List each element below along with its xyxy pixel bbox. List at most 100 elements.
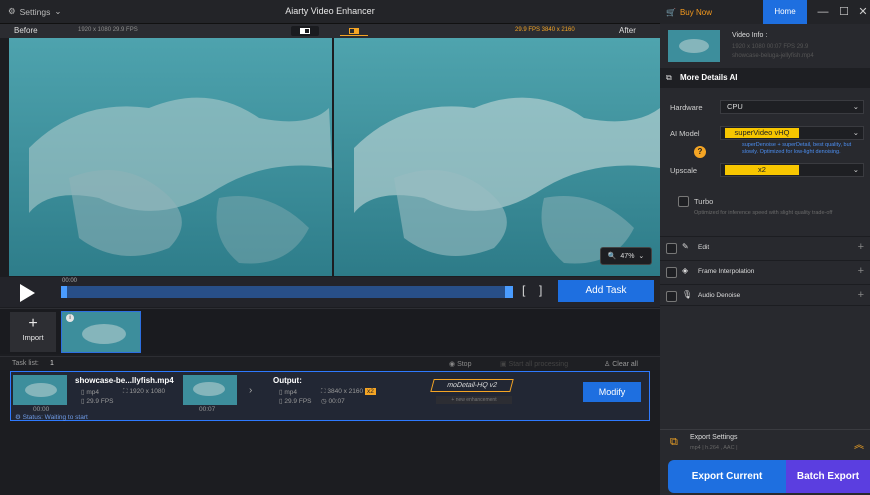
trim-end-handle[interactable]: [505, 286, 513, 298]
before-label: Before: [14, 26, 38, 35]
turbo-checkbox[interactable]: [678, 196, 689, 207]
upscale-select[interactable]: x2 ⌄: [720, 163, 864, 177]
task-fps: ▯ 29.9 FPS: [81, 398, 114, 405]
maximize-icon[interactable]: ☐: [837, 5, 851, 19]
audio-denoise-row[interactable]: 🎙 Audio Denoise +: [660, 284, 870, 306]
task-fps-value: 29.9 FPS: [86, 398, 114, 405]
zoom-value: 47%: [620, 252, 635, 260]
app-title: Aiarty Video Enhancer: [285, 6, 375, 16]
audio-denoise-label: Audio Denoise: [698, 292, 741, 299]
zoom-control[interactable]: 🔍 47% ⌄: [600, 247, 652, 265]
frame-interpolation-checkbox[interactable]: [666, 267, 677, 278]
edit-label: Edit: [698, 244, 710, 251]
add-task-button[interactable]: Add Task: [558, 280, 654, 302]
settings-panel: Video Info : 1920 x 1080 00:07 FPS 29.9 …: [660, 24, 870, 495]
turbo-label: Turbo: [694, 197, 714, 206]
output-fps-value: 29.9 FPS: [284, 398, 312, 405]
info-icon[interactable]: i: [66, 314, 74, 322]
import-label: Import: [22, 333, 44, 342]
clear-all-label: Clear all: [612, 361, 638, 368]
chevron-down-icon: ⌄: [852, 102, 859, 111]
edit-checkbox[interactable]: [666, 243, 677, 254]
split-view-button[interactable]: [291, 26, 319, 36]
help-icon[interactable]: ?: [694, 146, 706, 158]
task-list-label: Task list:: [12, 360, 39, 367]
video-info-line2: showcase-beluga-jellyfish.mp4: [732, 53, 814, 59]
task-format-value: mp4: [86, 389, 100, 396]
buy-now-button[interactable]: 🛒 Buy Now: [660, 0, 722, 24]
play-button[interactable]: [20, 284, 35, 302]
trim-start-handle[interactable]: [61, 286, 67, 298]
frame-interpolation-icon: ◈: [682, 266, 689, 275]
compare-header: Before 1920 x 1080 29.9 FPS 29.9 FPS 384…: [0, 24, 660, 38]
chevron-down-icon: ⌄: [638, 253, 645, 260]
before-info: 1920 x 1080 29.9 FPS: [78, 27, 138, 33]
ai-model-value: superVideo vHQ: [725, 128, 799, 138]
double-chevron-up-icon[interactable]: ︽: [854, 436, 864, 451]
task-list-header: Task list: 1 ◉ Stop ▣ Start all processi…: [0, 356, 660, 370]
task-status: ⚙ Status: Waiting to start: [15, 414, 88, 421]
video-info-section: Video Info : 1920 x 1080 00:07 FPS 29.9 …: [660, 24, 870, 68]
expand-plus-icon[interactable]: +: [858, 241, 864, 253]
clear-all-button[interactable]: ♙ Clear all: [604, 360, 638, 368]
output-format-value: mp4: [284, 389, 298, 396]
export-settings-row[interactable]: ⧉ Export Settings mp4 | h.264 , AAC | ︽: [660, 429, 870, 457]
magnifier-icon: 🔍: [607, 253, 617, 260]
task-list-empty-area: [0, 422, 660, 495]
new-enhancement-tag[interactable]: + new enhancement: [436, 396, 512, 404]
stop-icon: ◉: [449, 361, 458, 368]
output-label: Output:: [273, 376, 302, 385]
top-right-bar: 🛒 Buy Now Home — ☐ ✕: [660, 0, 870, 24]
output-duration-value: 00:07: [328, 398, 345, 405]
start-all-button[interactable]: ▣ Start all processing: [500, 360, 568, 368]
cart-icon: 🛒: [666, 7, 676, 17]
chevron-down-icon: ⌄: [852, 128, 859, 137]
stop-label: Stop: [457, 361, 472, 368]
output-duration: ◷ 00:07: [321, 398, 345, 405]
set-in-point-icon[interactable]: [: [522, 283, 525, 297]
microphone-icon: 🎙: [682, 290, 693, 299]
media-thumbnail[interactable]: i: [61, 311, 141, 353]
video-info-label: Video Info :: [732, 32, 768, 39]
plus-icon: +: [28, 315, 38, 332]
task-status-text: Status: Waiting to start: [22, 414, 88, 421]
task-thumb-start: [13, 375, 67, 405]
import-button[interactable]: + Import: [10, 312, 56, 352]
ai-details-icon: ⧉: [666, 73, 672, 82]
set-out-point-icon[interactable]: ]: [539, 283, 542, 297]
after-info: 29.9 FPS 3840 x 2160: [515, 27, 575, 33]
output-resolution-value: 3840 x 2160: [327, 388, 364, 395]
broom-icon: ♙: [604, 361, 613, 368]
model-tag[interactable]: moDetail-HQ v2: [430, 379, 514, 392]
audio-denoise-checkbox[interactable]: [666, 291, 677, 302]
home-button[interactable]: Home: [763, 0, 807, 24]
split-view-icon: [300, 28, 310, 34]
side-by-side-button[interactable]: [340, 26, 368, 36]
task-thumb-start-time: 00:00: [33, 406, 50, 413]
expand-plus-icon[interactable]: +: [858, 289, 864, 301]
ai-model-select[interactable]: superVideo vHQ ⌄: [720, 126, 864, 140]
frame-interpolation-row[interactable]: ◈ Frame Interpolation +: [660, 260, 870, 282]
close-icon[interactable]: ✕: [856, 5, 870, 19]
title-bar: ⚙ Settings ⌄ Aiarty Video Enhancer: [0, 0, 660, 24]
hardware-label: Hardware: [670, 103, 703, 112]
timeline-track[interactable]: [61, 286, 513, 298]
ai-model-description: superDenoise + superDetail, best quality…: [742, 142, 852, 155]
frame-interpolation-label: Frame Interpolation: [698, 268, 755, 275]
output-scale-badge: x2: [364, 388, 376, 395]
batch-export-button[interactable]: Batch Export: [786, 460, 870, 493]
timeline-time: 00:00: [62, 278, 78, 284]
stop-button[interactable]: ◉ Stop: [449, 360, 471, 368]
minimize-icon[interactable]: —: [816, 5, 830, 19]
more-details-label: More Details AI: [680, 73, 738, 82]
hardware-select[interactable]: CPU ⌄: [720, 100, 864, 114]
expand-plus-icon[interactable]: +: [858, 265, 864, 277]
app-window: ⚙ Settings ⌄ Aiarty Video Enhancer 🛒 Buy…: [0, 0, 870, 495]
video-after: [334, 38, 660, 276]
start-all-label: Start all processing: [508, 361, 569, 368]
task-item[interactable]: 00:00 showcase-be...llyfish.mp4 ▯ mp4 ⛶ …: [10, 371, 650, 421]
edit-row[interactable]: ✎ Edit +: [660, 236, 870, 258]
export-current-button[interactable]: Export Current: [668, 460, 786, 493]
modify-button[interactable]: Modify: [583, 382, 641, 402]
video-before: [9, 38, 332, 276]
